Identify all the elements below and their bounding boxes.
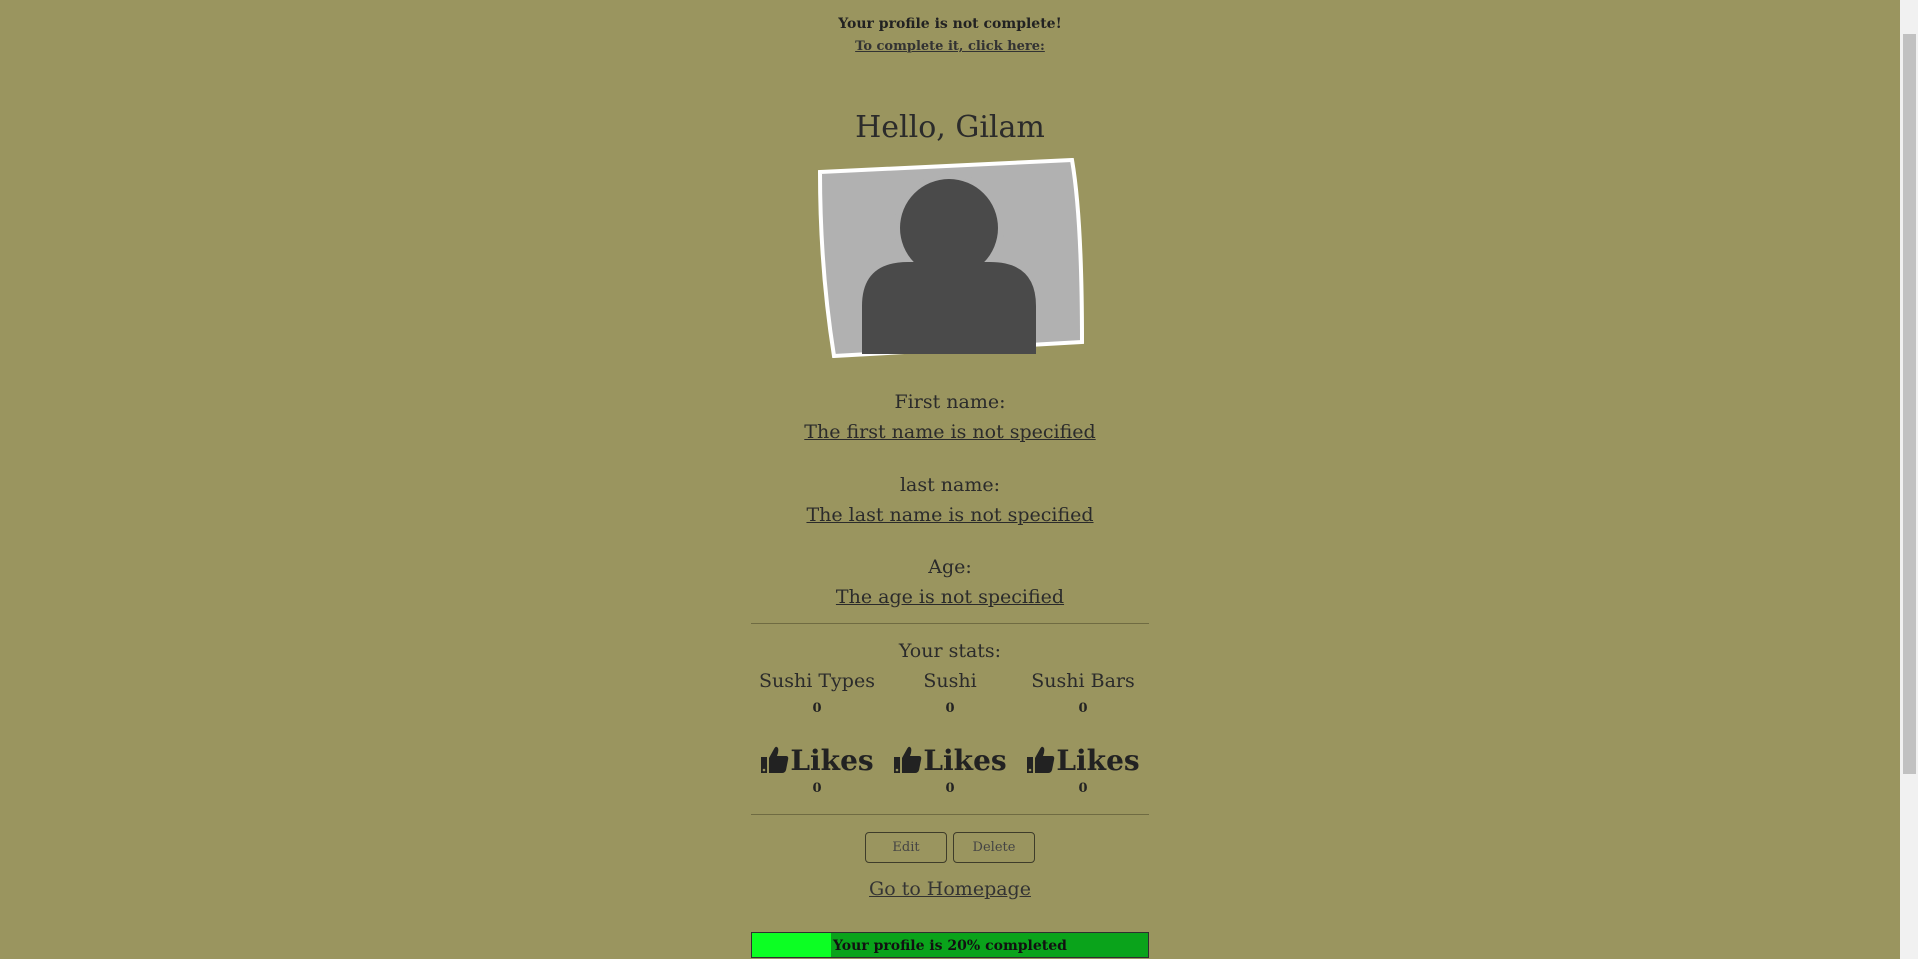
likes-label: Likes [790, 743, 874, 777]
likes-label: Likes [923, 743, 1007, 777]
thumbs-up-icon [1027, 746, 1055, 773]
age-value[interactable]: The age is not specified [0, 586, 1900, 608]
likes-header: Likes [1017, 740, 1149, 780]
thumbs-up-icon [761, 746, 789, 773]
progress-text: Your profile is 20% completed [833, 938, 1067, 954]
last-name-value[interactable]: The last name is not specified [0, 504, 1900, 526]
edit-button[interactable]: Edit [865, 832, 947, 863]
delete-button[interactable]: Delete [953, 832, 1035, 863]
likes-sushi-bars: Likes 0 [1017, 740, 1149, 796]
homepage-link[interactable]: Go to Homepage [869, 878, 1031, 900]
likes-header: Likes [751, 740, 883, 780]
first-name-value[interactable]: The first name is not specified [0, 421, 1900, 443]
divider-bottom [751, 814, 1149, 815]
stats-title: Your stats: [898, 640, 1002, 662]
stat-label: Sushi Bars [1031, 670, 1135, 692]
age-label: Age: [928, 556, 972, 578]
last-name-label: last name: [899, 474, 1001, 496]
greeting-heading: Hello, Gilam [855, 110, 1045, 145]
scrollbar-thumb[interactable] [1903, 34, 1916, 774]
likes-sushi: Likes 0 [884, 740, 1016, 796]
likes-label: Likes [1056, 743, 1140, 777]
likes-count: 0 [812, 781, 822, 796]
stat-sushi: Sushi 0 [884, 668, 1016, 716]
profile-progress-bar: Your profile is 20% completed [751, 932, 1149, 958]
likes-count: 0 [945, 781, 955, 796]
first-name-label: First name: [894, 391, 1006, 413]
likes-sushi-types: Likes 0 [751, 740, 883, 796]
homepage-link-wrap: Go to Homepage [0, 878, 1900, 900]
divider-top [751, 623, 1149, 624]
vertical-scrollbar[interactable] [1900, 0, 1918, 959]
likes-count: 0 [1078, 781, 1088, 796]
stats-columns: Sushi Types 0 Sushi 0 Sushi Bars 0 [751, 668, 1149, 716]
user-silhouette-icon [817, 158, 1084, 358]
stat-sushi-bars: Sushi Bars 0 [1017, 668, 1149, 716]
stat-sushi-types: Sushi Types 0 [751, 668, 883, 716]
stat-label: Sushi Types [759, 670, 875, 692]
stat-count: 0 [1078, 701, 1088, 716]
action-buttons: Edit Delete [0, 832, 1900, 863]
avatar [816, 158, 1084, 358]
incomplete-profile-notice: Your profile is not complete! [838, 16, 1062, 32]
likes-header: Likes [884, 740, 1016, 780]
stat-label: Sushi [923, 670, 977, 692]
profile-page: Your profile is not complete! To complet… [0, 0, 1900, 959]
complete-profile-link[interactable]: To complete it, click here: [855, 39, 1045, 54]
stat-count: 0 [812, 701, 822, 716]
complete-profile-link-wrap: To complete it, click here: [0, 39, 1900, 54]
likes-row: Likes 0 Likes 0 Likes 0 [751, 740, 1149, 796]
stat-count: 0 [945, 701, 955, 716]
thumbs-up-icon [894, 746, 922, 773]
